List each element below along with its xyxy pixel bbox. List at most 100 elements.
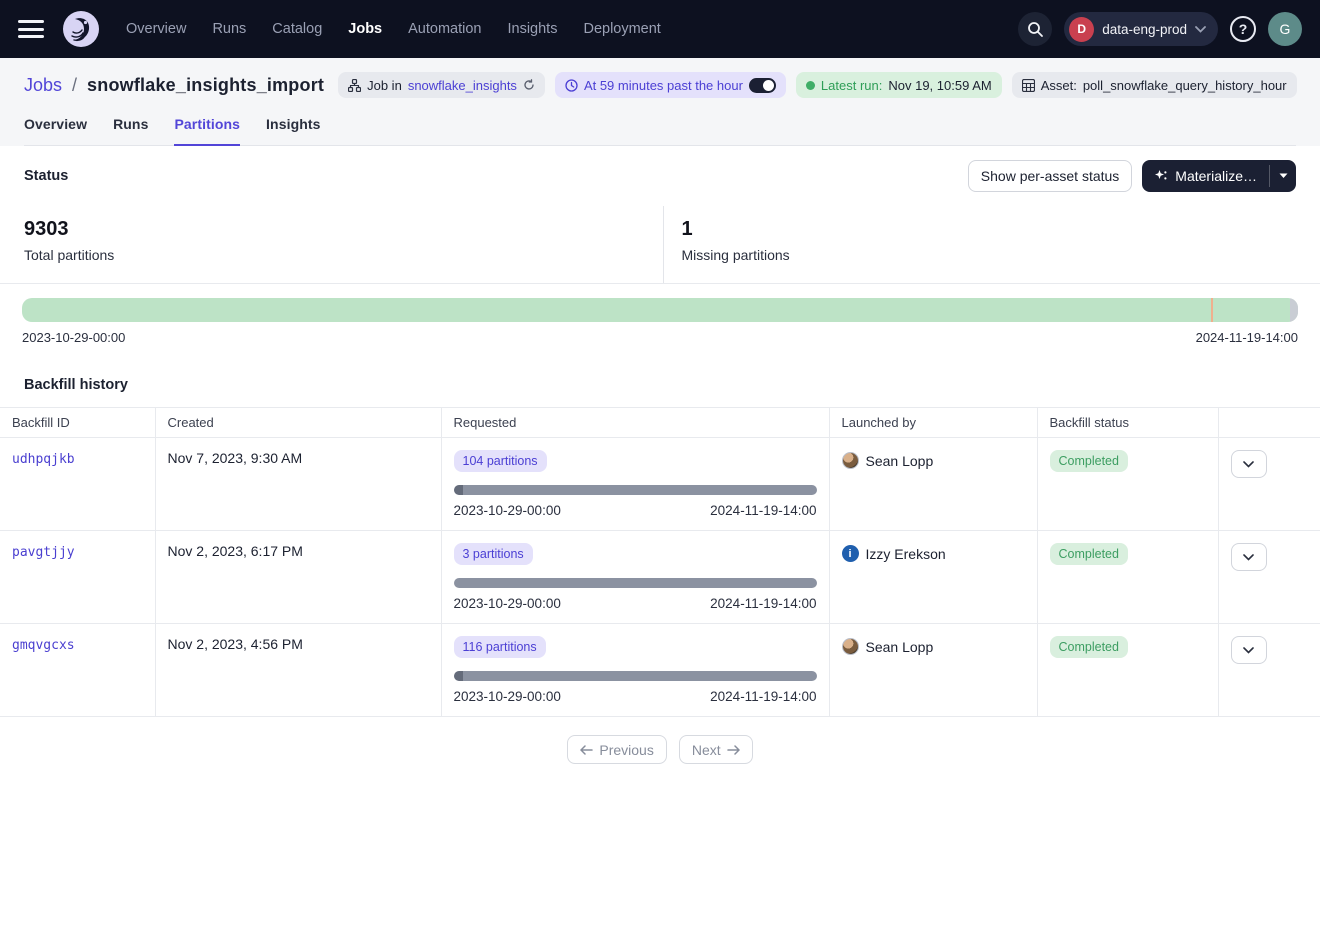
partition-range-end: 2024-11-19-14:00 (1196, 330, 1298, 345)
search-icon (1027, 21, 1044, 38)
requested-partitions-pill[interactable]: 3 partitions (454, 543, 533, 565)
breadcrumb-jobs-link[interactable]: Jobs (24, 75, 62, 96)
missing-partitions-stat: 1 Missing partitions (663, 206, 1320, 283)
backfill-id-link[interactable]: pavgtjjy (12, 545, 75, 560)
status-title: Status (24, 168, 68, 184)
created-value: Nov 7, 2023, 9:30 AM (168, 450, 303, 466)
backfill-id-link[interactable]: gmqvgcxs (12, 638, 75, 653)
col-actions (1218, 408, 1320, 438)
asset-badge[interactable]: Asset: poll_snowflake_query_history_hour (1012, 72, 1297, 98)
next-page-button[interactable]: Next (679, 735, 753, 764)
primary-nav: Overview Runs Catalog Jobs Automation In… (126, 21, 661, 37)
range-end: 2024-11-19-14:00 (710, 596, 816, 611)
launched-by-name: Izzy Erekson (866, 546, 946, 562)
status-badge: Completed (1050, 450, 1128, 472)
table-row: pavgtjjy Nov 2, 2023, 6:17 PM 3 partitio… (0, 531, 1320, 624)
table-icon (1022, 79, 1035, 92)
latest-run-badge[interactable]: Latest run: Nov 19, 10:59 AM (796, 72, 1002, 98)
range-end: 2024-11-19-14:00 (710, 689, 816, 704)
backfill-id-link[interactable]: udhpqjkb (12, 452, 75, 467)
nav-item-runs[interactable]: Runs (212, 21, 246, 37)
launched-by-name: Sean Lopp (866, 639, 934, 655)
schedule-toggle[interactable] (749, 78, 776, 93)
help-icon: ? (1239, 21, 1248, 37)
requested-partitions-pill[interactable]: 116 partitions (454, 636, 546, 658)
user-avatar[interactable]: G (1268, 12, 1302, 46)
status-badge: Completed (1050, 543, 1128, 565)
nav-item-automation[interactable]: Automation (408, 21, 481, 37)
backfill-progress-bar (454, 671, 817, 681)
menu-icon[interactable] (18, 20, 44, 38)
arrow-left-icon (580, 745, 593, 755)
range-end: 2024-11-19-14:00 (710, 503, 816, 518)
launched-by-name: Sean Lopp (866, 453, 934, 469)
tab-overview[interactable]: Overview (24, 116, 87, 145)
next-label: Next (692, 742, 721, 758)
search-button[interactable] (1018, 12, 1052, 46)
partition-status-bar[interactable] (22, 298, 1298, 322)
partition-range-start: 2023-10-29-00:00 (22, 330, 125, 345)
job-badge-prefix: Job in (367, 78, 402, 93)
user-avatar: i (842, 545, 859, 562)
graph-icon (348, 79, 361, 92)
chevron-down-icon (1243, 461, 1254, 468)
run-status-dot (806, 81, 815, 90)
requested-partitions-pill[interactable]: 104 partitions (454, 450, 547, 472)
nav-item-deployment[interactable]: Deployment (583, 21, 660, 37)
row-actions-button[interactable] (1231, 450, 1267, 478)
tab-insights[interactable]: Insights (266, 116, 320, 145)
total-partitions-value: 9303 (24, 218, 639, 241)
materialize-dropdown-button[interactable] (1270, 160, 1296, 192)
backfill-table: Backfill ID Created Requested Launched b… (0, 407, 1320, 717)
job-location-link[interactable]: snowflake_insights (408, 78, 517, 93)
col-requested: Requested (441, 408, 829, 438)
col-launched-by: Launched by (829, 408, 1037, 438)
col-created: Created (155, 408, 441, 438)
show-per-asset-status-button[interactable]: Show per-asset status (968, 160, 1133, 192)
row-actions-button[interactable] (1231, 543, 1267, 571)
job-location-badge[interactable]: Job in snowflake_insights (338, 72, 545, 98)
missing-partition-segment (1290, 298, 1298, 322)
help-button[interactable]: ? (1230, 16, 1256, 42)
col-backfill-id: Backfill ID (0, 408, 155, 438)
user-avatar (842, 638, 859, 655)
chevron-down-icon (1195, 26, 1206, 33)
schedule-badge[interactable]: At 59 minutes past the hour (555, 72, 786, 98)
caret-down-icon (1279, 173, 1288, 179)
chevron-down-icon (1243, 554, 1254, 561)
table-header-row: Backfill ID Created Requested Launched b… (0, 408, 1320, 438)
user-avatar (842, 452, 859, 469)
partition-stats: 9303 Total partitions 1 Missing partitio… (0, 206, 1320, 284)
backfill-progress-bar (454, 578, 817, 588)
status-header: Status Show per-asset status Materialize… (0, 146, 1320, 206)
col-backfill-status: Backfill status (1037, 408, 1218, 438)
range-start: 2023-10-29-00:00 (454, 596, 561, 611)
page-header: Jobs / snowflake_insights_import Job in … (0, 58, 1320, 146)
dagster-logo-icon[interactable] (62, 10, 100, 48)
row-actions-button[interactable] (1231, 636, 1267, 664)
schedule-label: At 59 minutes past the hour (584, 78, 743, 93)
missing-partitions-label: Missing partitions (682, 247, 1297, 263)
top-navbar: Overview Runs Catalog Jobs Automation In… (0, 0, 1320, 58)
latest-run-label: Latest run: (821, 78, 882, 93)
nav-item-insights[interactable]: Insights (507, 21, 557, 37)
previous-page-button[interactable]: Previous (567, 735, 666, 764)
reload-icon (523, 79, 535, 91)
total-partitions-stat: 9303 Total partitions (0, 206, 663, 283)
partition-status-bar-section: 2023-10-29-00:00 2024-11-19-14:00 (0, 284, 1320, 355)
tab-runs[interactable]: Runs (113, 116, 148, 145)
tab-partitions[interactable]: Partitions (174, 116, 240, 146)
range-start: 2023-10-29-00:00 (454, 503, 561, 518)
progress-bar-cap (454, 671, 463, 681)
chevron-down-icon (1243, 647, 1254, 654)
materialize-button[interactable]: Materialize… (1142, 160, 1269, 192)
nav-item-jobs[interactable]: Jobs (348, 21, 382, 37)
nav-item-catalog[interactable]: Catalog (272, 21, 322, 37)
breadcrumb: Jobs / snowflake_insights_import Job in … (24, 72, 1296, 98)
breadcrumb-separator: / (72, 75, 77, 96)
materialize-label: Materialize… (1175, 168, 1257, 184)
asset-name: poll_snowflake_query_history_hour (1083, 78, 1287, 93)
nav-item-overview[interactable]: Overview (126, 21, 186, 37)
workspace-switcher[interactable]: D data-eng-prod (1064, 12, 1218, 46)
latest-run-value: Nov 19, 10:59 AM (888, 78, 991, 93)
